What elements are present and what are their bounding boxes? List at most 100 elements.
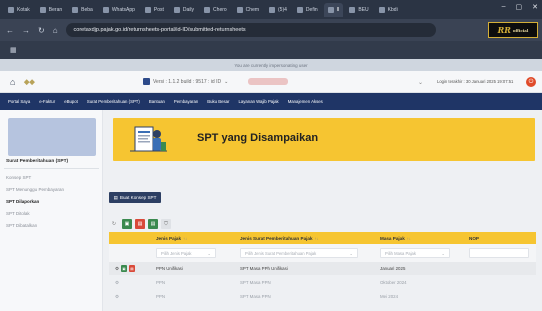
- browser-tab[interactable]: Beran: [36, 3, 66, 17]
- cell-jenis-spt: SPT Masa PPh Unifikasi: [240, 266, 288, 271]
- browser-tab[interactable]: Daily: [170, 3, 198, 17]
- app-header: ⌂ ◆◆ Versi : 1.1.2 build : 9517 : id ID …: [0, 71, 542, 93]
- buat-konsep-spt-button[interactable]: ▤ Buat Konsep SPT: [109, 192, 161, 203]
- nav-item[interactable]: Pembayaran: [174, 99, 198, 104]
- nav-item[interactable]: e-Faktur: [39, 99, 55, 104]
- table-toolbar: ↻ ▣ ▤ ▤ ⛉: [109, 219, 171, 229]
- nav-item[interactable]: Layanan Wajib Pajak: [238, 99, 278, 104]
- sidebar-item-spt-ditolak[interactable]: SPT Ditolak: [0, 208, 103, 218]
- tab-favicon-icon: [8, 6, 14, 13]
- nav-item[interactable]: eBupot: [64, 99, 78, 104]
- table-row[interactable]: ⚙ PPN SPT Masa PPN Oktober 2024: [109, 276, 536, 289]
- rr-official-logo: RR official: [488, 22, 538, 38]
- tab-favicon-icon: [349, 6, 356, 13]
- settings-icon[interactable]: ⚙: [115, 290, 119, 303]
- browser-tab[interactable]: Post: [141, 3, 168, 17]
- browser-tab[interactable]: Kbdi: [375, 3, 402, 17]
- browser-tab[interactable]: Kotak: [4, 3, 34, 17]
- close-icon[interactable]: ✕: [532, 3, 538, 11]
- tab-favicon-icon: [39, 6, 46, 13]
- back-icon[interactable]: ←: [6, 26, 14, 35]
- column-header-jenis-pajak[interactable]: Jenis Pajak ↑↓: [156, 232, 187, 244]
- export-excel-icon[interactable]: ▤: [148, 219, 158, 229]
- column-header-masa-pajak[interactable]: Masa Pajak ↑↓: [380, 232, 411, 244]
- masa-pajak-filter[interactable]: Pilih Masa Pajak ⌄: [380, 248, 450, 258]
- sort-icon: ↑↓: [183, 235, 188, 241]
- chevron-down-icon[interactable]: ⌄: [224, 79, 228, 85]
- url-input[interactable]: coretaxdjp.pajak.go.id/returnsheets-port…: [65, 23, 436, 37]
- minimize-icon[interactable]: –: [502, 3, 506, 11]
- address-bar: ← → ↻ ⌂ coretaxdjp.pajak.go.id/returnshe…: [0, 19, 542, 41]
- filter-icon[interactable]: ⛉: [161, 219, 171, 229]
- table-row[interactable]: ⚙ ▣ ▤ PPN Unifikasi SPT Masa PPh Unifika…: [109, 262, 536, 275]
- browser-tab[interactable]: WhatsApp: [99, 3, 139, 17]
- bookmarks-bar: ▦: [0, 41, 542, 59]
- column-header-jenis-spt[interactable]: Jenis Surat Pemberitahuan Pajak ↑↓: [240, 232, 319, 244]
- download-pdf-icon[interactable]: ▤: [135, 219, 145, 229]
- tab-favicon-icon: [378, 6, 385, 13]
- browser-tab[interactable]: Chem: [233, 3, 263, 17]
- sidebar: Surat Pemberitahuan (SPT) Konsep SPT SPT…: [0, 110, 103, 311]
- sidebar-item-spt-dibatalkan[interactable]: SPT Dibatalkan: [0, 220, 103, 230]
- home-icon[interactable]: ⌂: [53, 26, 58, 35]
- version-info: Versi : 1.1.2 build : 9517 : id ID ⌄: [143, 78, 228, 85]
- last-login-info: Login terakhir : 30 Januari 2025 19:07:5…: [437, 79, 514, 84]
- sidebar-item-spt-dilaporkan[interactable]: SPT Dilaporkan: [0, 196, 103, 206]
- browser-tab-active[interactable]: II: [323, 2, 344, 17]
- row-actions: ⚙ ▣ ▤: [115, 262, 135, 275]
- apps-grid-icon[interactable]: ▦: [10, 46, 17, 54]
- nop-filter[interactable]: [469, 248, 529, 258]
- browser-tab[interactable]: (5)4: [265, 3, 291, 17]
- view-icon[interactable]: ▣: [122, 219, 132, 229]
- jenis-pajak-filter[interactable]: Pilih Jenis Pajak ⌄: [156, 248, 216, 258]
- forward-icon[interactable]: →: [22, 26, 30, 35]
- tab-favicon-icon: [144, 6, 151, 13]
- impersonation-banner: You are currently impersonating user: [0, 59, 542, 71]
- document-plus-icon: ▤: [113, 194, 118, 200]
- main-nav: Portal Saya e-Faktur eBupot Surat Pember…: [0, 93, 542, 110]
- table-row[interactable]: ⚙ PPN SPT Masa PPN Mei 2024: [109, 290, 536, 303]
- chevron-down-icon: ⌄: [441, 250, 445, 256]
- browser-tab[interactable]: Chero: [200, 3, 231, 17]
- nav-item[interactable]: Manajemen Akses: [288, 99, 323, 104]
- pdf-icon[interactable]: ▤: [128, 265, 135, 272]
- home-icon[interactable]: ⌂: [10, 77, 15, 87]
- coretax-logo: ◆◆: [24, 79, 35, 86]
- version-icon: [143, 78, 150, 85]
- settings-icon[interactable]: ⚙: [115, 266, 119, 272]
- jenis-spt-filter[interactable]: Pilih Jenis Surat Pemberitahuan Pajak ⌄: [240, 248, 358, 258]
- browser-tab[interactable]: Beba: [68, 3, 97, 17]
- cell-jenis-pajak: PPN: [156, 294, 166, 299]
- sidebar-profile-card: [8, 118, 96, 156]
- tab-favicon-icon: [102, 6, 109, 13]
- nav-item[interactable]: Surat Pemberitahuan (SPT): [87, 99, 140, 104]
- nav-item[interactable]: Bantuan: [149, 99, 165, 104]
- browser-tab[interactable]: Defin: [293, 3, 322, 17]
- tab-favicon-icon: [204, 6, 211, 13]
- chevron-down-icon[interactable]: ⌄: [418, 79, 423, 86]
- view-icon[interactable]: ▣: [120, 265, 127, 272]
- page-banner: SPT yang Disampaikan: [113, 118, 535, 161]
- sidebar-item-konsep-spt[interactable]: Konsep SPT: [0, 172, 103, 182]
- refresh-icon[interactable]: ↻: [109, 219, 119, 229]
- logout-icon[interactable]: ⏻: [526, 77, 536, 87]
- settings-icon[interactable]: ⚙: [115, 276, 119, 289]
- main-content: SPT yang Disampaikan ▤ Buat Konsep SPT ↻…: [103, 110, 542, 311]
- cell-jenis-spt: SPT Masa PPN: [240, 280, 271, 285]
- column-header-nop[interactable]: NOP: [469, 232, 479, 244]
- sort-icon: ↑↓: [406, 235, 411, 241]
- reload-icon[interactable]: ↻: [38, 26, 45, 35]
- document-illustration-icon: [130, 126, 167, 152]
- cell-jenis-spt: SPT Masa PPN: [240, 294, 271, 299]
- sidebar-title: Surat Pemberitahuan (SPT): [6, 159, 69, 164]
- maximize-icon[interactable]: ▢: [516, 3, 523, 11]
- chevron-down-icon: ⌄: [349, 250, 353, 256]
- nav-item[interactable]: Buku Besar: [207, 99, 229, 104]
- nav-item[interactable]: Portal Saya: [8, 99, 30, 104]
- sidebar-item-spt-menunggu-pembayaran[interactable]: SPT Menunggu Pembayaran: [0, 184, 103, 194]
- browser-tab[interactable]: BEU: [345, 3, 372, 17]
- sort-icon: ↑↓: [314, 235, 319, 241]
- table-filter-row: Pilih Jenis Pajak ⌄ Pilih Jenis Surat Pem…: [109, 244, 536, 262]
- tab-favicon-icon: [173, 6, 180, 13]
- tab-favicon-icon: [236, 6, 243, 13]
